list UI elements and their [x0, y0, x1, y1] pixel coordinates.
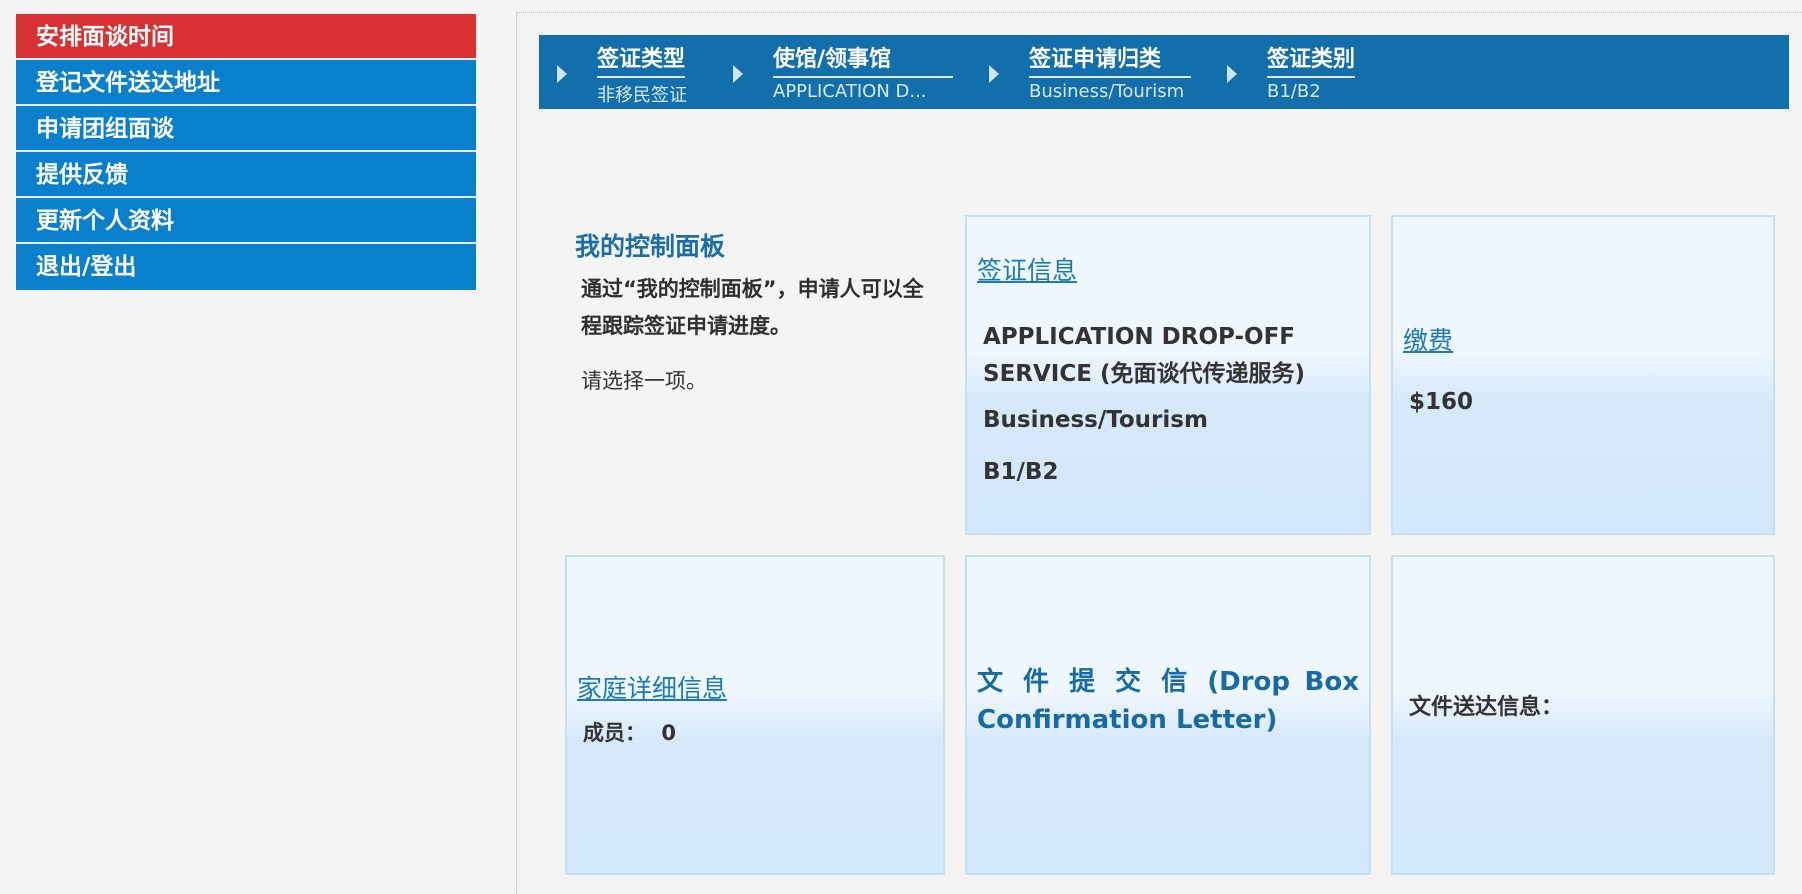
- breadcrumb-sub: APPLICATION D...: [773, 81, 927, 102]
- breadcrumb-sub: Business/Tourism: [1029, 81, 1185, 102]
- fee-panel: 缴费 $160: [1391, 215, 1775, 535]
- chevron-right-icon: [989, 65, 999, 83]
- drop-box-panel[interactable]: 文 件 提 交 信 (Drop Box Confirmation Letter): [965, 555, 1371, 875]
- family-details-link[interactable]: 家庭详细信息: [577, 669, 727, 705]
- breadcrumb-visa-class[interactable]: 签证类别 B1/B2: [1227, 41, 1387, 103]
- sidebar-item-schedule-appointment[interactable]: 安排面谈时间: [16, 14, 476, 60]
- sidebar-menu: 安排面谈时间 登记文件送达地址 申请团组面谈 提供反馈 更新个人资料 退出/登出: [16, 14, 476, 290]
- visa-info-link[interactable]: 签证信息: [977, 251, 1077, 287]
- dashboard-prompt: 请选择一项。: [581, 369, 707, 393]
- breadcrumb-title: 签证申请归类: [1029, 41, 1191, 78]
- breadcrumb-title: 使馆/领事馆: [773, 41, 953, 78]
- dashboard-title: 我的控制面板: [575, 232, 726, 261]
- family-panel: 家庭详细信息 成员： 0: [565, 555, 945, 875]
- breadcrumb-title: 签证类型: [597, 41, 686, 78]
- sidebar-item-delivery-address[interactable]: 登记文件送达地址: [16, 60, 476, 106]
- breadcrumb-consulate[interactable]: 使馆/领事馆 APPLICATION D...: [733, 41, 973, 103]
- dashboard-description: 通过“我的控制面板”，申请人可以全程跟踪签证申请进度。: [581, 277, 924, 338]
- sidebar-item-sign-out[interactable]: 退出/登出: [16, 244, 476, 290]
- sidebar-item-update-profile[interactable]: 更新个人资料: [16, 198, 476, 244]
- breadcrumb-visa-type[interactable]: 签证类型 非移民签证: [557, 41, 707, 106]
- visa-category: Business/Tourism: [983, 407, 1208, 433]
- visa-class: B1/B2: [983, 459, 1059, 485]
- breadcrumb: 签证类型 非移民签证 使馆/领事馆 APPLICATION D... 签证申请归…: [539, 35, 1789, 109]
- family-members-label: 成员：: [583, 721, 646, 745]
- sidebar-item-feedback[interactable]: 提供反馈: [16, 152, 476, 198]
- breadcrumb-sub: B1/B2: [1267, 81, 1321, 102]
- sidebar-item-group-appointment[interactable]: 申请团组面谈: [16, 106, 476, 152]
- drop-box-title: 文 件 提 交 信 (Drop Box Confirmation Letter): [977, 667, 1359, 735]
- visa-service-name: APPLICATION DROP-OFF SERVICE (免面谈代传递服务): [983, 324, 1305, 387]
- visa-info-panel: 签证信息 APPLICATION DROP-OFF SERVICE (免面谈代传…: [965, 215, 1371, 535]
- delivery-panel: 文件送达信息：: [1391, 555, 1775, 875]
- family-members-count: 0: [661, 721, 676, 745]
- family-members: 成员： 0: [583, 717, 676, 747]
- fee-amount: $160: [1409, 389, 1474, 415]
- chevron-right-icon: [733, 65, 743, 83]
- chevron-right-icon: [1227, 65, 1237, 83]
- breadcrumb-sub: 非移民签证: [597, 85, 687, 106]
- fee-link[interactable]: 缴费: [1403, 321, 1453, 357]
- chevron-right-icon: [557, 65, 567, 83]
- breadcrumb-category[interactable]: 签证申请归类 Business/Tourism: [989, 41, 1199, 103]
- breadcrumb-title: 签证类别: [1267, 41, 1356, 78]
- main-content: 签证类型 非移民签证 使馆/领事馆 APPLICATION D... 签证申请归…: [516, 12, 1802, 894]
- delivery-label: 文件送达信息：: [1409, 695, 1564, 720]
